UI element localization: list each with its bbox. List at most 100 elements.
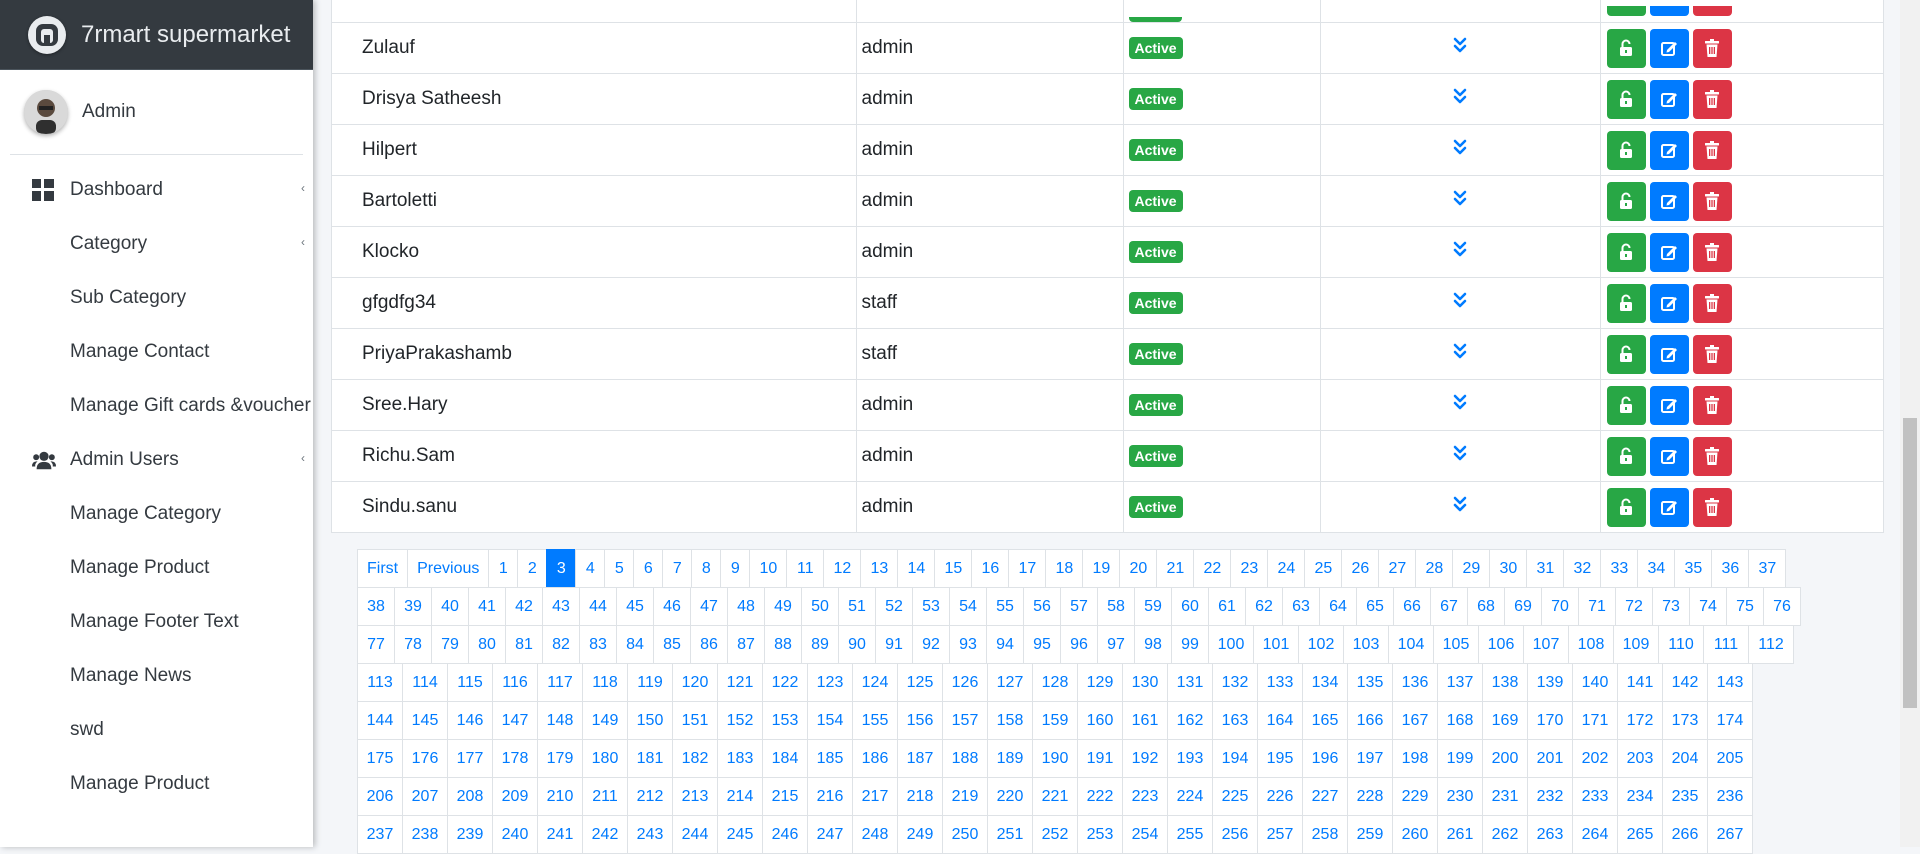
- double-chevron-down-icon[interactable]: [1453, 241, 1467, 263]
- pagination-page[interactable]: 180: [582, 739, 628, 778]
- unlock-button[interactable]: [1606, 385, 1646, 425]
- pagination-page[interactable]: 105: [1433, 625, 1479, 664]
- pagination-page[interactable]: 161: [1122, 701, 1168, 740]
- pagination-page[interactable]: 87: [727, 625, 765, 664]
- delete-button[interactable]: [1692, 385, 1732, 425]
- pagination-page[interactable]: 62: [1245, 587, 1283, 626]
- double-chevron-down-icon[interactable]: [1453, 496, 1467, 518]
- pagination-page[interactable]: 195: [1257, 739, 1303, 778]
- pagination-page[interactable]: 50: [801, 587, 839, 626]
- pagination-page[interactable]: 91: [875, 625, 913, 664]
- pagination-page[interactable]: 196: [1302, 739, 1348, 778]
- pagination-page[interactable]: 79: [431, 625, 469, 664]
- pagination-page[interactable]: 149: [582, 701, 628, 740]
- sidebar-item-category[interactable]: Category ‹: [0, 217, 313, 271]
- pagination-page[interactable]: 247: [807, 815, 853, 854]
- pagination-page[interactable]: 35: [1674, 549, 1713, 588]
- pagination-page[interactable]: 210: [537, 777, 583, 816]
- pagination-page[interactable]: 42: [505, 587, 543, 626]
- unlock-button[interactable]: [1606, 232, 1646, 272]
- pagination-page[interactable]: 53: [912, 587, 950, 626]
- pagination-page[interactable]: 117: [537, 663, 583, 702]
- pagination-page[interactable]: 26: [1341, 549, 1380, 588]
- pagination-page[interactable]: 158: [987, 701, 1033, 740]
- pagination-page[interactable]: 251: [987, 815, 1033, 854]
- pagination-page[interactable]: 264: [1572, 815, 1618, 854]
- pagination-page[interactable]: 5: [604, 549, 635, 588]
- pagination-page[interactable]: 259: [1347, 815, 1393, 854]
- pagination-page[interactable]: 267: [1707, 815, 1753, 854]
- pagination-page[interactable]: 124: [852, 663, 898, 702]
- pagination-page[interactable]: 94: [986, 625, 1024, 664]
- pagination-page[interactable]: 260: [1392, 815, 1438, 854]
- pagination-page[interactable]: 90: [838, 625, 876, 664]
- pagination-page[interactable]: 220: [987, 777, 1033, 816]
- pagination-page[interactable]: 173: [1662, 701, 1708, 740]
- pagination-page[interactable]: 37: [1748, 549, 1787, 588]
- pagination-page[interactable]: 55: [986, 587, 1024, 626]
- pagination-page[interactable]: 175: [357, 739, 403, 778]
- pagination-page[interactable]: 157: [942, 701, 988, 740]
- pagination-page[interactable]: 111: [1703, 625, 1749, 664]
- double-chevron-down-icon[interactable]: [1453, 88, 1467, 110]
- pagination-page[interactable]: 199: [1437, 739, 1483, 778]
- pagination-page[interactable]: 119: [627, 663, 673, 702]
- pagination-page[interactable]: 34: [1637, 549, 1676, 588]
- pagination-page[interactable]: 160: [1077, 701, 1123, 740]
- pagination-page[interactable]: 206: [357, 777, 403, 816]
- pagination-page[interactable]: 211: [582, 777, 628, 816]
- pagination-page[interactable]: 265: [1617, 815, 1663, 854]
- pagination-page[interactable]: 234: [1617, 777, 1663, 816]
- pagination-page[interactable]: 159: [1032, 701, 1078, 740]
- pagination-page[interactable]: 187: [897, 739, 943, 778]
- pagination-page[interactable]: 6: [633, 549, 664, 588]
- pagination-page[interactable]: 230: [1437, 777, 1483, 816]
- sidebar-item-manage-news[interactable]: Manage News: [0, 649, 313, 703]
- unlock-button[interactable]: [1606, 436, 1646, 476]
- sidebar-item-swd[interactable]: swd: [0, 703, 313, 757]
- sidebar-item-manage-footer-text[interactable]: Manage Footer Text: [0, 595, 313, 649]
- pagination-page[interactable]: 27: [1378, 549, 1417, 588]
- edit-button[interactable]: [1649, 79, 1689, 119]
- pagination-page[interactable]: 88: [764, 625, 802, 664]
- double-chevron-down-icon[interactable]: [1453, 394, 1467, 416]
- pagination-page[interactable]: 114: [402, 663, 448, 702]
- pagination-page[interactable]: 56: [1023, 587, 1061, 626]
- pagination-page[interactable]: 19: [1082, 549, 1121, 588]
- pagination-page[interactable]: 23: [1230, 549, 1269, 588]
- pagination-page[interactable]: 68: [1467, 587, 1505, 626]
- pagination-page[interactable]: 222: [1077, 777, 1123, 816]
- pagination-page[interactable]: 215: [762, 777, 808, 816]
- double-chevron-down-icon[interactable]: [1453, 139, 1467, 161]
- delete-button[interactable]: [1692, 283, 1732, 323]
- pagination-page[interactable]: 170: [1527, 701, 1573, 740]
- pagination-page[interactable]: 7: [662, 549, 693, 588]
- edit-button[interactable]: [1649, 334, 1689, 374]
- pagination-page[interactable]: 197: [1347, 739, 1393, 778]
- pagination-page[interactable]: 100: [1208, 625, 1254, 664]
- pagination-page[interactable]: 98: [1134, 625, 1172, 664]
- pagination-page[interactable]: 249: [897, 815, 943, 854]
- pagination-page[interactable]: 227: [1302, 777, 1348, 816]
- pagination-page[interactable]: 14: [897, 549, 936, 588]
- pagination-page[interactable]: 103: [1343, 625, 1389, 664]
- pagination-page[interactable]: 17: [1008, 549, 1047, 588]
- pagination-page[interactable]: 99: [1171, 625, 1209, 664]
- pagination-page[interactable]: 113: [357, 663, 403, 702]
- pagination-page[interactable]: 49: [764, 587, 802, 626]
- pagination-page[interactable]: 202: [1572, 739, 1618, 778]
- pagination-page[interactable]: 213: [672, 777, 718, 816]
- pagination-page[interactable]: 22: [1193, 549, 1232, 588]
- pagination-page[interactable]: 243: [627, 815, 673, 854]
- pagination-page[interactable]: 233: [1572, 777, 1618, 816]
- pagination-page[interactable]: 209: [492, 777, 538, 816]
- pagination-page[interactable]: 142: [1662, 663, 1708, 702]
- pagination-page[interactable]: 84: [616, 625, 654, 664]
- delete-button[interactable]: [1692, 232, 1732, 272]
- pagination-page[interactable]: 136: [1392, 663, 1438, 702]
- user-panel[interactable]: Admin: [10, 70, 303, 155]
- pagination-page[interactable]: 261: [1437, 815, 1483, 854]
- pagination-page[interactable]: 61: [1208, 587, 1246, 626]
- pagination-page[interactable]: 112: [1748, 625, 1794, 664]
- pagination-page[interactable]: 104: [1388, 625, 1434, 664]
